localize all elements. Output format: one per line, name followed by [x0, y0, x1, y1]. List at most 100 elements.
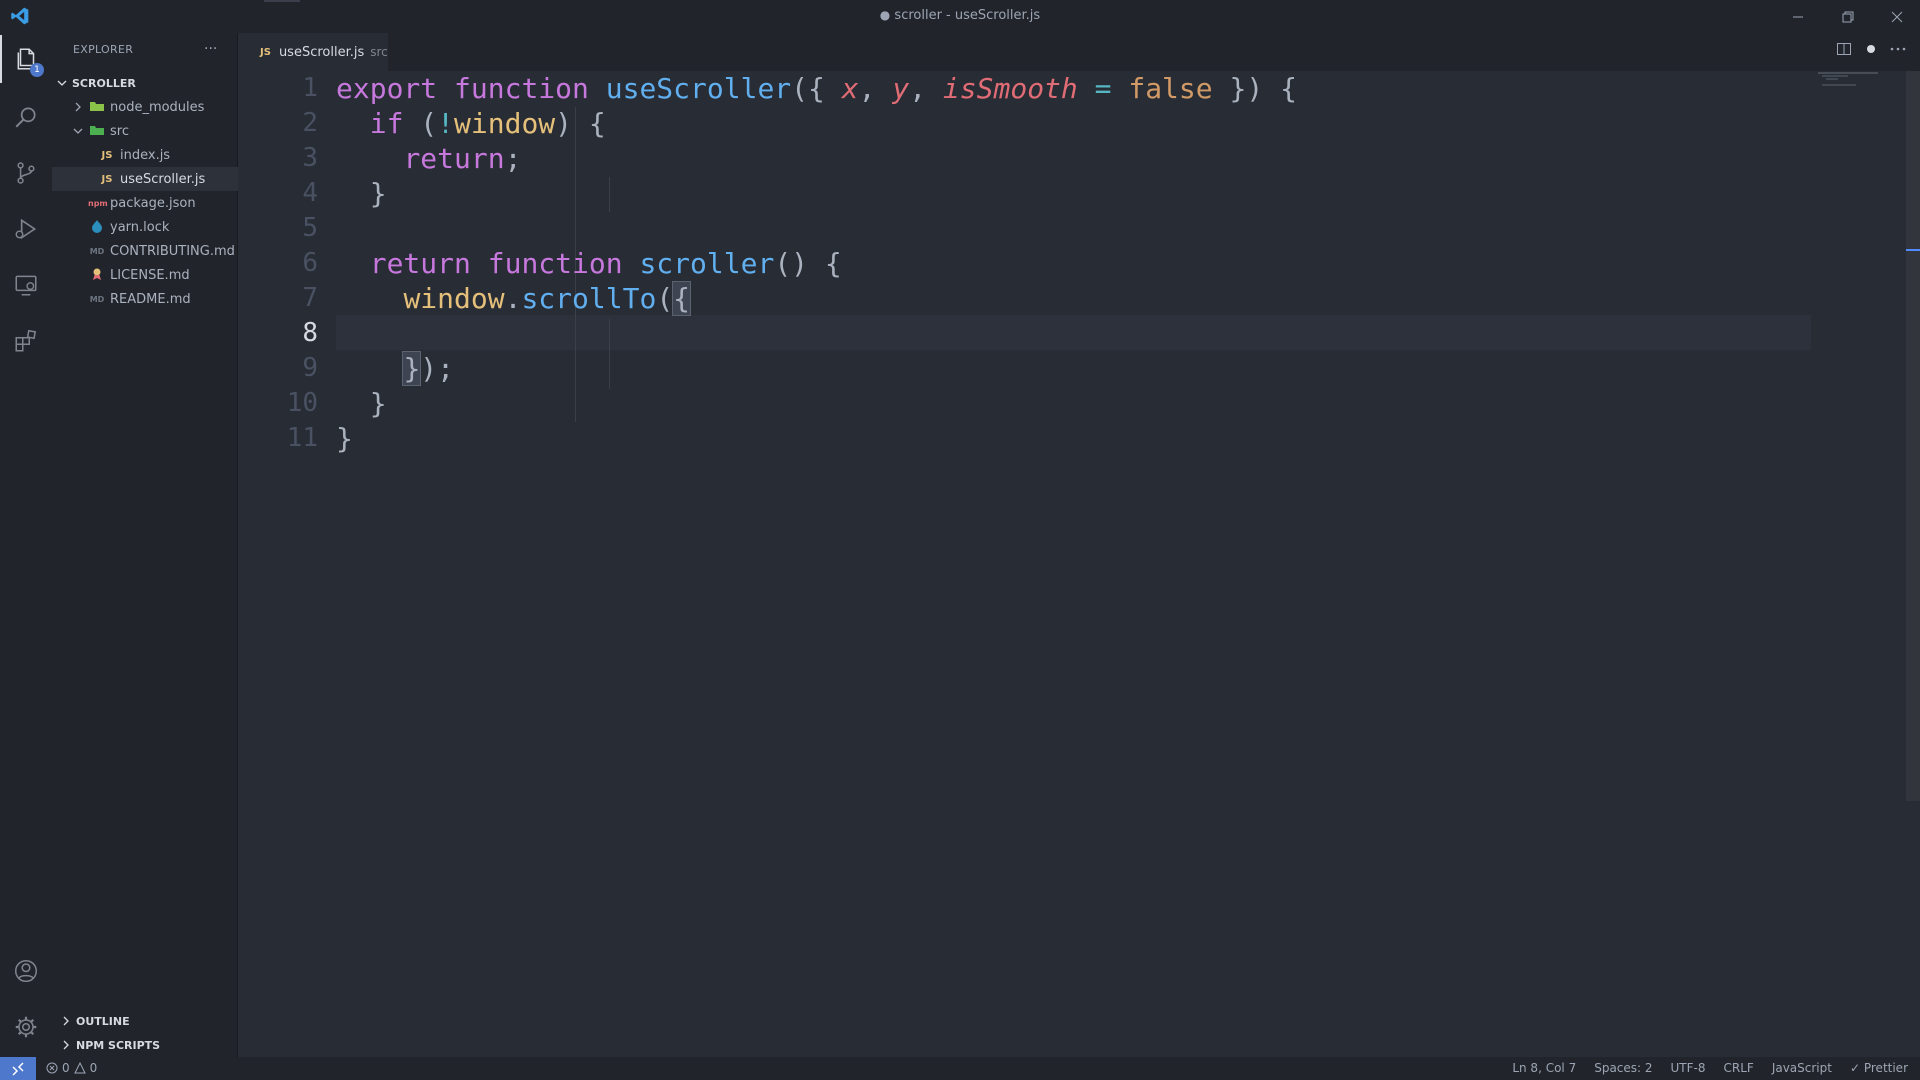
chevron-right-icon	[63, 1040, 69, 1050]
explorer-sidebar: EXPLORER ··· SCROLLER node_modules src J…	[52, 33, 238, 1057]
line-number: 6	[302, 248, 318, 278]
js-file-icon: JS	[101, 149, 113, 161]
account-icon	[14, 959, 38, 983]
chevron-right-icon	[75, 102, 81, 112]
title-bar-accent	[264, 0, 300, 2]
tree-item-label: LICENSE.md	[110, 267, 190, 283]
code-line-4: }	[336, 176, 387, 211]
token: scroller	[639, 247, 775, 280]
npm-file-icon: npm	[88, 198, 108, 208]
cursor-position[interactable]: Ln 8, Col 7	[1512, 1061, 1576, 1075]
workspace-root[interactable]: SCROLLER	[52, 71, 238, 95]
tree-item-usescroller-js[interactable]: JS useScroller.js	[52, 167, 238, 191]
token: isSmooth	[942, 72, 1078, 105]
token: ()	[774, 247, 809, 280]
tab-usescroller-js[interactable]: JS useScroller.js src	[238, 33, 388, 71]
tree-item-label: useScroller.js	[120, 171, 206, 187]
vertical-scrollbar[interactable]	[1906, 71, 1920, 801]
current-line-highlight	[336, 315, 1811, 350]
remote-explorer-icon	[15, 275, 37, 296]
tree-item-license-md[interactable]: LICENSE.md	[52, 263, 238, 287]
line-number: 1	[302, 73, 318, 103]
unsaved-dot-icon[interactable]	[1866, 44, 1876, 54]
markdown-file-icon: MD	[89, 294, 105, 304]
indentation[interactable]: Spaces: 2	[1594, 1061, 1652, 1075]
status-bar: 0 0 Ln 8, Col 7 Spaces: 2 UTF-8 CRLF Jav…	[0, 1057, 1920, 1080]
npm-scripts-section[interactable]: NPM SCRIPTS	[52, 1033, 238, 1057]
encoding[interactable]: UTF-8	[1671, 1061, 1706, 1075]
tree-item-readme-md[interactable]: MD README.md	[52, 287, 238, 311]
code-editor[interactable]: 1 2 3 4 5 6 7 8 9 10 11 export function useScrolle…	[238, 71, 1920, 1057]
unsaved-dot-icon: ●	[879, 8, 891, 22]
token: window	[403, 282, 505, 315]
token: ,	[909, 72, 927, 105]
end-of-line[interactable]: CRLF	[1724, 1061, 1754, 1075]
more-actions-icon[interactable]: ···	[204, 41, 217, 57]
explorer-badge: 1	[30, 63, 44, 77]
close-window-button[interactable]	[1877, 4, 1917, 30]
tree-item-index-js[interactable]: JS index.js	[52, 143, 238, 167]
tree-item-label: yarn.lock	[110, 219, 170, 235]
line-number: 5	[302, 213, 318, 243]
token: }	[336, 422, 353, 455]
activity-search[interactable]	[0, 93, 52, 141]
line-number: 11	[286, 423, 318, 453]
line-number: 2	[302, 108, 318, 138]
status-right: Ln 8, Col 7 Spaces: 2 UTF-8 CRLF JavaScr…	[1512, 1061, 1908, 1075]
problems-indicator[interactable]: 0 0	[46, 1061, 97, 1075]
window-title-text: scroller - useScroller.js	[894, 8, 1041, 23]
tree-item-node-modules[interactable]: node_modules	[52, 95, 238, 119]
minimap[interactable]	[1818, 71, 1908, 91]
token: function	[454, 72, 589, 105]
activity-extensions[interactable]	[0, 317, 52, 365]
tree-item-package-json[interactable]: npm package.json	[52, 191, 238, 215]
code-line-11: }	[336, 421, 353, 456]
code-line-1: export function useScroller({ x, y, isSm…	[336, 71, 1297, 106]
token: false	[1128, 72, 1213, 105]
extensions-icon	[15, 329, 37, 352]
tab-label: useScroller.js	[278, 44, 365, 60]
token: .	[504, 282, 522, 315]
restore-button[interactable]	[1828, 4, 1868, 30]
token: return	[369, 247, 471, 280]
line-number: 9	[302, 353, 318, 383]
token: }	[369, 387, 387, 420]
warning-icon	[73, 1062, 86, 1074]
check-icon: ✓	[1849, 1061, 1861, 1075]
remote-indicator[interactable]	[0, 1057, 36, 1080]
token: );	[420, 352, 455, 385]
activity-source-control[interactable]	[0, 149, 52, 197]
activity-manage[interactable]	[0, 1003, 52, 1051]
more-actions-icon[interactable]	[1890, 46, 1906, 52]
tab-description: src	[370, 45, 388, 59]
code-line-6: return function scroller() {	[336, 246, 842, 281]
minimize-button[interactable]	[1778, 4, 1818, 30]
split-editor-icon[interactable]	[1836, 41, 1852, 57]
explorer-header: EXPLORER	[73, 43, 134, 56]
language-mode[interactable]: JavaScript	[1772, 1061, 1832, 1075]
token: }	[369, 177, 387, 210]
yarn-file-icon	[88, 219, 106, 236]
code-line-10: }	[336, 386, 387, 421]
markdown-file-icon: MD	[89, 246, 105, 256]
source-control-icon	[17, 162, 35, 184]
activity-remote-explorer[interactable]	[0, 261, 52, 309]
token: y	[892, 72, 910, 105]
title-bar: ● scroller - useScroller.js	[0, 0, 1920, 33]
tree-item-src[interactable]: src	[52, 119, 238, 143]
token: window	[454, 107, 556, 140]
outline-section[interactable]: OUTLINE	[52, 1009, 238, 1033]
activity-run-debug[interactable]	[0, 205, 52, 253]
activity-accounts[interactable]	[0, 947, 52, 995]
error-count: 0	[62, 1061, 70, 1075]
run-debug-icon	[15, 218, 37, 240]
tree-item-yarn-lock[interactable]: yarn.lock	[52, 215, 238, 239]
token: {	[1280, 72, 1297, 105]
chevron-down-icon	[57, 80, 67, 86]
activity-explorer[interactable]: 1	[0, 35, 52, 83]
prettier-status[interactable]: ✓ Prettier	[1850, 1061, 1908, 1075]
js-file-icon: JS	[101, 173, 113, 185]
src-folder-icon	[88, 124, 106, 139]
tree-item-contributing-md[interactable]: MD CONTRIBUTING.md	[52, 239, 238, 263]
scrollbar-cursor-marker	[1906, 249, 1920, 251]
